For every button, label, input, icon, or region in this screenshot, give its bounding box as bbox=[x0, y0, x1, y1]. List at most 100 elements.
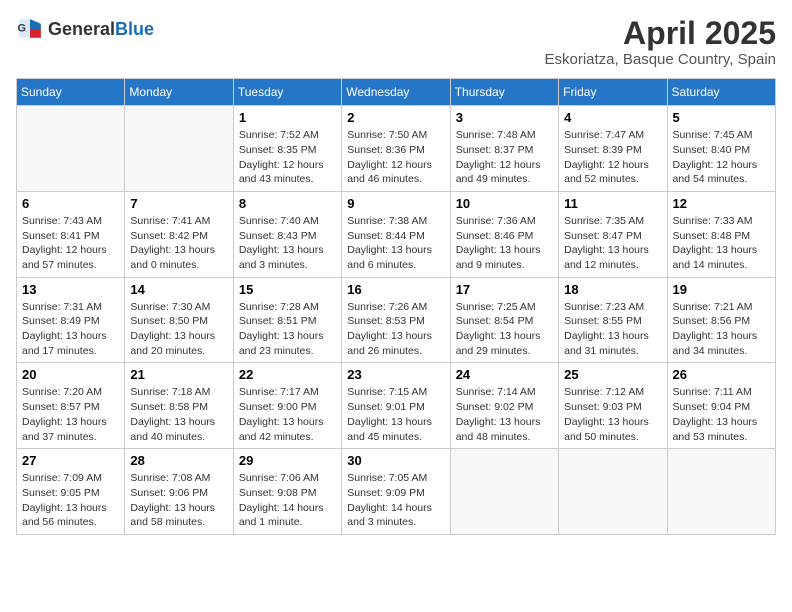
calendar-cell: 9Sunrise: 7:38 AM Sunset: 8:44 PM Daylig… bbox=[342, 191, 450, 277]
calendar-cell bbox=[125, 106, 233, 192]
calendar-cell bbox=[17, 106, 125, 192]
cell-day-number: 5 bbox=[673, 110, 770, 125]
calendar-cell: 14 Sunrise: 7:30 AM Sunset: 8:50 PM Dayli… bbox=[125, 277, 233, 363]
week-row-1: 1 Sunrise: 7:52 AM Sunset: 8:35 PM Daylig… bbox=[17, 106, 776, 192]
calendar-cell: 1 Sunrise: 7:52 AM Sunset: 8:35 PM Daylig… bbox=[233, 106, 341, 192]
calendar-cell: 19 Sunrise: 7:21 AM Sunset: 8:56 PM Dayli… bbox=[667, 277, 775, 363]
cell-day-number: 15 bbox=[239, 282, 336, 297]
cell-info-text: Sunrise: 7:52 AM Sunset: 8:35 PM Dayligh… bbox=[239, 128, 336, 187]
cell-day-number: 27 bbox=[22, 453, 119, 468]
calendar-cell bbox=[667, 449, 775, 535]
month-title: April 2025 bbox=[544, 16, 776, 51]
cell-info-text: Sunrise: 7:21 AM Sunset: 8:56 PM Dayligh… bbox=[673, 300, 770, 359]
location-subtitle: Eskoriatza, Basque Country, Spain bbox=[544, 51, 776, 68]
cell-day-number: 6 bbox=[22, 196, 119, 211]
cell-info-text: Sunrise: 7:09 AM Sunset: 9:05 PM Dayligh… bbox=[22, 471, 119, 530]
cell-info-text: Sunrise: 7:23 AM Sunset: 8:55 PM Dayligh… bbox=[564, 300, 661, 359]
cell-info-text: Sunrise: 7:14 AM Sunset: 9:02 PM Dayligh… bbox=[456, 385, 553, 444]
cell-info-text: Sunrise: 7:48 AM Sunset: 8:37 PM Dayligh… bbox=[456, 128, 553, 187]
logo-icon: G bbox=[16, 16, 44, 44]
weekday-header-row: SundayMondayTuesdayWednesdayThursdayFrid… bbox=[17, 79, 776, 106]
weekday-header-tuesday: Tuesday bbox=[233, 79, 341, 106]
cell-day-number: 9 bbox=[347, 196, 444, 211]
cell-day-number: 7 bbox=[130, 196, 227, 211]
cell-info-text: Sunrise: 7:15 AM Sunset: 9:01 PM Dayligh… bbox=[347, 385, 444, 444]
cell-info-text: Sunrise: 7:20 AM Sunset: 8:57 PM Dayligh… bbox=[22, 385, 119, 444]
calendar-cell: 7 Sunrise: 7:41 AM Sunset: 8:42 PM Daylig… bbox=[125, 191, 233, 277]
cell-info-text: Sunrise: 7:31 AM Sunset: 8:49 PM Dayligh… bbox=[22, 300, 119, 359]
cell-info-text: Sunrise: 7:08 AM Sunset: 9:06 PM Dayligh… bbox=[130, 471, 227, 530]
cell-day-number: 26 bbox=[673, 367, 770, 382]
cell-day-number: 28 bbox=[130, 453, 227, 468]
calendar-cell bbox=[559, 449, 667, 535]
cell-day-number: 17 bbox=[456, 282, 553, 297]
weekday-header-thursday: Thursday bbox=[450, 79, 558, 106]
cell-info-text: Sunrise: 7:30 AM Sunset: 8:50 PM Dayligh… bbox=[130, 300, 227, 359]
calendar-cell: 8 Sunrise: 7:40 AM Sunset: 8:43 PM Daylig… bbox=[233, 191, 341, 277]
logo-general-text: GeneralBlue bbox=[48, 20, 154, 40]
cell-info-text: Sunrise: 7:41 AM Sunset: 8:42 PM Dayligh… bbox=[130, 214, 227, 273]
calendar-table: SundayMondayTuesdayWednesdayThursdayFrid… bbox=[16, 78, 776, 535]
cell-info-text: Sunrise: 7:11 AM Sunset: 9:04 PM Dayligh… bbox=[673, 385, 770, 444]
cell-info-text: Sunrise: 7:17 AM Sunset: 9:00 PM Dayligh… bbox=[239, 385, 336, 444]
calendar-cell: 24 Sunrise: 7:14 AM Sunset: 9:02 PM Dayli… bbox=[450, 363, 558, 449]
weekday-header-wednesday: Wednesday bbox=[342, 79, 450, 106]
cell-info-text: Sunrise: 7:35 AM Sunset: 8:47 PM Dayligh… bbox=[564, 214, 661, 273]
calendar-cell: 20 Sunrise: 7:20 AM Sunset: 8:57 PM Dayli… bbox=[17, 363, 125, 449]
cell-day-number: 18 bbox=[564, 282, 661, 297]
page-header: G GeneralBlue April 2025 Eskoriatza, Bas… bbox=[16, 16, 776, 68]
calendar-cell: 5 Sunrise: 7:45 AM Sunset: 8:40 PM Daylig… bbox=[667, 106, 775, 192]
cell-day-number: 22 bbox=[239, 367, 336, 382]
cell-day-number: 2 bbox=[347, 110, 444, 125]
cell-info-text: Sunrise: 7:45 AM Sunset: 8:40 PM Dayligh… bbox=[673, 128, 770, 187]
cell-day-number: 1 bbox=[239, 110, 336, 125]
calendar-cell: 25 Sunrise: 7:12 AM Sunset: 9:03 PM Dayli… bbox=[559, 363, 667, 449]
cell-info-text: Sunrise: 7:36 AM Sunset: 8:46 PM Dayligh… bbox=[456, 214, 553, 273]
calendar-cell: 28 Sunrise: 7:08 AM Sunset: 9:06 PM Dayli… bbox=[125, 449, 233, 535]
weekday-header-monday: Monday bbox=[125, 79, 233, 106]
cell-day-number: 10 bbox=[456, 196, 553, 211]
cell-day-number: 8 bbox=[239, 196, 336, 211]
cell-day-number: 13 bbox=[22, 282, 119, 297]
calendar-cell: 16 Sunrise: 7:26 AM Sunset: 8:53 PM Dayli… bbox=[342, 277, 450, 363]
cell-day-number: 29 bbox=[239, 453, 336, 468]
cell-day-number: 19 bbox=[673, 282, 770, 297]
cell-day-number: 24 bbox=[456, 367, 553, 382]
cell-day-number: 4 bbox=[564, 110, 661, 125]
cell-info-text: Sunrise: 7:50 AM Sunset: 8:36 PM Dayligh… bbox=[347, 128, 444, 187]
cell-info-text: Sunrise: 7:18 AM Sunset: 8:58 PM Dayligh… bbox=[130, 385, 227, 444]
cell-info-text: Sunrise: 7:47 AM Sunset: 8:39 PM Dayligh… bbox=[564, 128, 661, 187]
calendar-cell: 18 Sunrise: 7:23 AM Sunset: 8:55 PM Dayli… bbox=[559, 277, 667, 363]
cell-info-text: Sunrise: 7:33 AM Sunset: 8:48 PM Dayligh… bbox=[673, 214, 770, 273]
calendar-cell: 4 Sunrise: 7:47 AM Sunset: 8:39 PM Daylig… bbox=[559, 106, 667, 192]
calendar-cell: 27 Sunrise: 7:09 AM Sunset: 9:05 PM Dayli… bbox=[17, 449, 125, 535]
cell-day-number: 14 bbox=[130, 282, 227, 297]
calendar-cell: 15Sunrise: 7:28 AM Sunset: 8:51 PM Dayli… bbox=[233, 277, 341, 363]
calendar-cell: 22 Sunrise: 7:17 AM Sunset: 9:00 PM Dayli… bbox=[233, 363, 341, 449]
week-row-2: 6 Sunrise: 7:43 AM Sunset: 8:41 PM Daylig… bbox=[17, 191, 776, 277]
calendar-cell: 11Sunrise: 7:35 AM Sunset: 8:47 PM Dayli… bbox=[559, 191, 667, 277]
cell-info-text: Sunrise: 7:26 AM Sunset: 8:53 PM Dayligh… bbox=[347, 300, 444, 359]
cell-day-number: 20 bbox=[22, 367, 119, 382]
cell-day-number: 30 bbox=[347, 453, 444, 468]
cell-info-text: Sunrise: 7:12 AM Sunset: 9:03 PM Dayligh… bbox=[564, 385, 661, 444]
week-row-4: 20 Sunrise: 7:20 AM Sunset: 8:57 PM Dayli… bbox=[17, 363, 776, 449]
calendar-cell: 17 Sunrise: 7:25 AM Sunset: 8:54 PM Dayli… bbox=[450, 277, 558, 363]
calendar-cell: 13 Sunrise: 7:31 AM Sunset: 8:49 PM Dayli… bbox=[17, 277, 125, 363]
logo: G GeneralBlue bbox=[16, 16, 154, 44]
cell-info-text: Sunrise: 7:40 AM Sunset: 8:43 PM Dayligh… bbox=[239, 214, 336, 273]
weekday-header-saturday: Saturday bbox=[667, 79, 775, 106]
week-row-3: 13 Sunrise: 7:31 AM Sunset: 8:49 PM Dayli… bbox=[17, 277, 776, 363]
weekday-header-friday: Friday bbox=[559, 79, 667, 106]
cell-info-text: Sunrise: 7:06 AM Sunset: 9:08 PM Dayligh… bbox=[239, 471, 336, 530]
cell-info-text: Sunrise: 7:43 AM Sunset: 8:41 PM Dayligh… bbox=[22, 214, 119, 273]
cell-day-number: 23 bbox=[347, 367, 444, 382]
calendar-cell: 3 Sunrise: 7:48 AM Sunset: 8:37 PM Daylig… bbox=[450, 106, 558, 192]
cell-day-number: 25 bbox=[564, 367, 661, 382]
cell-day-number: 16 bbox=[347, 282, 444, 297]
week-row-5: 27 Sunrise: 7:09 AM Sunset: 9:05 PM Dayli… bbox=[17, 449, 776, 535]
title-area: April 2025 Eskoriatza, Basque Country, S… bbox=[544, 16, 776, 68]
cell-info-text: Sunrise: 7:25 AM Sunset: 8:54 PM Dayligh… bbox=[456, 300, 553, 359]
calendar-cell bbox=[450, 449, 558, 535]
cell-day-number: 3 bbox=[456, 110, 553, 125]
